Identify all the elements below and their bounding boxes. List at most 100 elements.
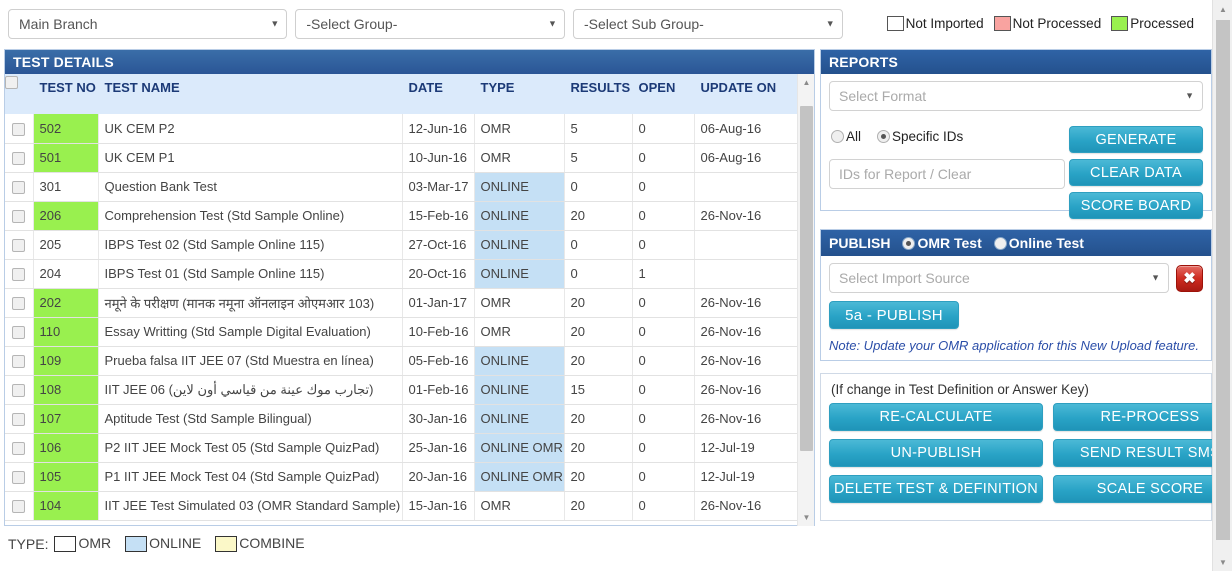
cell-open: 0	[632, 143, 695, 173]
type-legend-label: TYPE:	[8, 535, 49, 552]
score-board-button[interactable]: SCORE BOARD	[1069, 192, 1203, 219]
type-legend-label: COMBINE	[239, 535, 305, 551]
scroll-down-icon[interactable]: ▼	[798, 509, 814, 526]
radio-all-input[interactable]	[831, 130, 844, 143]
page-scrollbar[interactable]: ▲ ▼	[1212, 0, 1232, 571]
table-row[interactable]: 110 Essay Writting (Std Sample Digital Ev…	[5, 317, 798, 347]
cell-open: 0	[632, 114, 695, 144]
radio-specific-ids-input[interactable]	[877, 130, 891, 143]
page-scroll-up-icon[interactable]: ▲	[1213, 0, 1232, 18]
publish-button[interactable]: 5a - PUBLISH	[829, 301, 959, 329]
cell-test-name: P2 IIT JEE Mock Test 05 (Std Sample Quiz…	[98, 433, 403, 463]
table-row[interactable]: 206 Comprehension Test (Std Sample Online…	[5, 201, 798, 231]
group-select[interactable]: -Select Group- ▼	[295, 8, 565, 39]
radio-specific-ids[interactable]: Specific IDs	[877, 129, 963, 144]
cell-type: OMR	[474, 288, 565, 318]
report-format-select[interactable]: Select Format ▼	[829, 81, 1203, 111]
cell-test-no: 501	[33, 143, 99, 173]
row-checkbox[interactable]	[12, 181, 26, 195]
grid-scrollbar-thumb[interactable]	[800, 106, 813, 451]
row-checkbox[interactable]	[12, 152, 26, 166]
cell-date: 15-Feb-16	[402, 201, 475, 231]
cell-update-on: 26-Nov-16	[694, 491, 798, 521]
row-checkbox[interactable]	[12, 326, 26, 340]
cell-date: 01-Jan-17	[402, 288, 475, 318]
row-checkbox[interactable]	[12, 355, 26, 369]
table-row[interactable]: 502 UK CEM P2 12-Jun-16 OMR 5 0 06-Aug-16	[5, 114, 798, 144]
row-checkbox[interactable]	[12, 413, 26, 427]
table-row[interactable]: 104 IIT JEE Test Simulated 03 (OMR Standa…	[5, 491, 798, 521]
table-row[interactable]: 501 UK CEM P1 10-Jun-16 OMR 5 0 06-Aug-16	[5, 143, 798, 173]
chevron-down-icon: ▼	[270, 18, 280, 28]
grid-scrollbar[interactable]: ▲ ▼	[797, 74, 814, 526]
table-row[interactable]: 107 Aptitude Test (Std Sample Bilingual) 3…	[5, 404, 798, 434]
table-header-row: TEST NO TEST NAME DATE TYPE RESULTS OPEN…	[5, 74, 799, 114]
cell-date: 10-Feb-16	[402, 317, 475, 347]
table-row[interactable]: 106 P2 IIT JEE Mock Test 05 (Std Sample Q…	[5, 433, 798, 463]
cell-test-name: IBPS Test 02 (Std Sample Online 115)	[98, 230, 403, 260]
row-checkbox[interactable]	[12, 210, 26, 224]
cell-open: 0	[632, 172, 695, 202]
row-checkbox[interactable]	[12, 122, 26, 136]
send-result-sms-button[interactable]: SEND RESULT SMS	[1053, 439, 1232, 467]
legend-swatch	[1111, 16, 1129, 31]
generate-button[interactable]: GENERATE	[1069, 126, 1203, 153]
branch-select[interactable]: Main Branch ▼	[8, 8, 288, 39]
reports-panel: REPORTS Select Format ▼ All Specific IDs…	[820, 49, 1212, 219]
import-source-select[interactable]: Select Import Source ▼	[829, 263, 1169, 293]
cell-type: ONLINE OMR	[474, 462, 565, 492]
row-checkbox[interactable]	[12, 268, 26, 282]
ids-for-report-input[interactable]: IDs for Report / Clear	[829, 159, 1065, 189]
row-checkbox-cell	[5, 433, 34, 463]
cell-date: 27-Oct-16	[402, 230, 475, 260]
cell-update-on	[694, 259, 798, 289]
cell-results: 0	[564, 259, 633, 289]
row-checkbox[interactable]	[12, 297, 26, 311]
row-checkbox[interactable]	[12, 500, 26, 514]
row-checkbox[interactable]	[12, 384, 26, 398]
table-row[interactable]: 204 IBPS Test 01 (Std Sample Online 115) 2…	[5, 259, 798, 289]
cell-test-name: Comprehension Test (Std Sample Online)	[98, 201, 403, 231]
un-publish-button[interactable]: UN-PUBLISH	[829, 439, 1043, 467]
radio-all[interactable]: All	[831, 129, 861, 144]
scale-score-button[interactable]: SCALE SCORE	[1053, 475, 1232, 503]
radio-specific-ids-label: Specific IDs	[892, 129, 964, 144]
delete-test-definition-button[interactable]: DELETE TEST & DEFINITION	[829, 475, 1043, 503]
cell-results: 0	[564, 230, 633, 260]
cell-open: 0	[632, 404, 695, 434]
scroll-up-icon[interactable]: ▲	[798, 74, 814, 91]
subgroup-select[interactable]: -Select Sub Group- ▼	[572, 8, 843, 39]
chevron-down-icon: ▼	[825, 18, 835, 28]
page-scrollbar-thumb[interactable]	[1216, 20, 1230, 540]
row-checkbox[interactable]	[12, 471, 26, 485]
cell-update-on: 06-Aug-16	[694, 114, 798, 144]
cell-date: 05-Feb-16	[402, 346, 475, 376]
table-row[interactable]: 108 IIT JEE 06 (تجارب موك عينة من قياسي أ…	[5, 375, 798, 405]
row-checkbox[interactable]	[12, 239, 26, 253]
table-row[interactable]: 205 IBPS Test 02 (Std Sample Online 115) 2…	[5, 230, 798, 260]
table-row[interactable]: 109 Prueba falsa IIT JEE 07 (Std Muestra …	[5, 346, 798, 376]
radio-omr-test[interactable]: OMR Test	[902, 235, 982, 251]
radio-online-test-input[interactable]	[993, 236, 1007, 250]
row-checkbox[interactable]	[12, 442, 26, 456]
page-scroll-down-icon[interactable]: ▼	[1213, 553, 1232, 571]
select-all-checkbox[interactable]	[5, 76, 18, 90]
cell-type: ONLINE	[474, 375, 565, 405]
table-row[interactable]: 301 Question Bank Test 03-Mar-17 ONLINE 0 0	[5, 172, 798, 202]
cell-test-no: 108	[33, 375, 99, 405]
table-row[interactable]: 202 नमूने के परीक्षण (मानक नमूना ऑनलाइन ओ…	[5, 288, 798, 318]
re-calculate-button[interactable]: RE-CALCULATE	[829, 403, 1043, 431]
table-row[interactable]: 105 P1 IIT JEE Mock Test 04 (Std Sample Q…	[5, 462, 798, 492]
col-test-name: TEST NAME	[98, 74, 403, 114]
publish-body: Select Import Source ▼ ✖ 5a - PUBLISH No…	[821, 256, 1211, 386]
cell-test-no: 104	[33, 491, 99, 521]
legend-swatch	[993, 16, 1011, 31]
re-process-button[interactable]: RE-PROCESS	[1053, 403, 1232, 431]
close-icon[interactable]: ✖	[1176, 264, 1203, 292]
actions-panel: (If change in Test Definition or Answer …	[820, 373, 1232, 521]
radio-omr-test-input[interactable]	[902, 236, 916, 250]
radio-online-test[interactable]: Online Test	[993, 235, 1084, 251]
clear-data-button[interactable]: CLEAR DATA	[1069, 159, 1203, 186]
cell-open: 0	[632, 201, 695, 231]
col-date: DATE	[402, 74, 475, 114]
